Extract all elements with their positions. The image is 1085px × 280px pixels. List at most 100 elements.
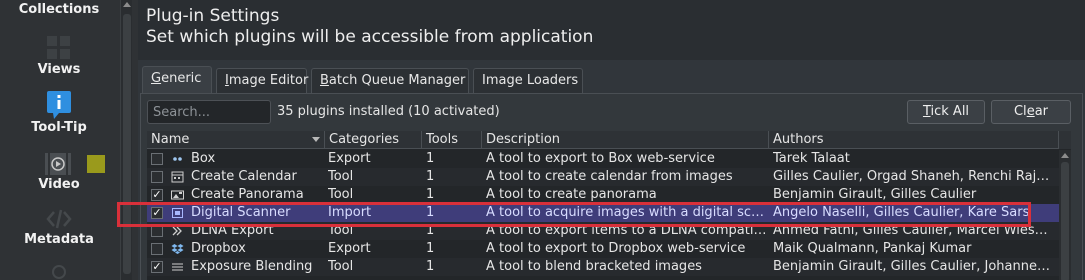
plugin-category: Tool [328, 223, 354, 238]
exposure-blending-icon [172, 263, 183, 271]
panorama-icon [171, 190, 184, 200]
sidebar-item-views[interactable]: Views [0, 34, 118, 77]
plugin-authors: Ahmed Fathi, Gilles Caulier, Marcel Wies… [773, 223, 1055, 238]
search-input[interactable] [147, 100, 271, 124]
plugin-authors: Benjamin Girault, Gilles Caulier [773, 187, 977, 202]
tab-batch-queue-manager[interactable]: Batch Queue Manager [311, 68, 469, 94]
metadata-icon [46, 209, 72, 229]
scroll-up-icon[interactable] [1061, 153, 1069, 158]
left-sidebar: Collections Views Tool-Tip Video Metadat… [0, 0, 118, 280]
plugin-description: A tool to blend bracketed images [486, 259, 702, 274]
column-header-description[interactable]: Description [482, 131, 769, 149]
sidebar-item-collections[interactable]: Collections [0, 2, 118, 17]
table-row[interactable]: DLNA Export Tool 1 A tool to export item… [147, 222, 1059, 240]
scrollbar-thumb[interactable] [123, 14, 131, 274]
sidebar-item-label: Metadata [24, 232, 94, 247]
scroll-up-icon[interactable] [123, 2, 131, 7]
sidebar-item-tool-tip[interactable]: Tool-Tip [0, 90, 118, 135]
plugin-authors: Maik Qualmann, Pankaj Kumar [773, 241, 972, 256]
table-row[interactable]: ✓ Create Panorama Tool 1 A tool to creat… [147, 186, 1059, 204]
scanner-icon [172, 208, 183, 218]
plugin-tools: 1 [426, 205, 435, 220]
column-header-name[interactable]: Name [147, 131, 325, 149]
table-header: Name Categories Tools Description Author… [147, 131, 1071, 149]
plugin-tools: 1 [426, 187, 435, 202]
tick-all-button[interactable]: Tick All [907, 100, 985, 124]
enable-checkbox[interactable] [151, 243, 163, 255]
plugin-name: Create Panorama [191, 187, 304, 202]
box-icon [173, 157, 182, 161]
table-row[interactable]: Box Export 1 A tool to export to Box web… [147, 150, 1059, 168]
enable-checkbox[interactable] [151, 153, 163, 165]
page-title: Plug-in Settings [146, 6, 280, 26]
table-scrollbar[interactable] [1059, 150, 1071, 280]
info-icon [47, 91, 71, 119]
plugin-description: A tool to export to Box web-service [486, 151, 715, 166]
sidebar-scrollbar[interactable] [120, 0, 132, 280]
plugin-category: Export [328, 151, 371, 166]
plugin-tools: 1 [426, 151, 435, 166]
plugin-description: A tool to export to Dropbox web-service [486, 241, 746, 256]
table-row[interactable]: Create Calendar Tool 1 A tool to create … [147, 168, 1059, 186]
plugin-category: Tool [328, 259, 354, 274]
enable-checkbox[interactable] [151, 225, 163, 237]
plugin-category: Export [328, 241, 371, 256]
plugin-count-label: 35 plugins installed (10 activated) [277, 104, 500, 119]
enable-checkbox[interactable] [151, 171, 163, 183]
plugin-authors: Gilles Caulier, Orgad Shaneh, Renchi Raj… [773, 169, 1055, 184]
plugin-description: A tool to create calendar from images [486, 169, 733, 184]
plugin-tools: 1 [426, 241, 435, 256]
table-row-selected[interactable]: ✓ Digital Scanner Import 1 A tool to acq… [147, 204, 1059, 222]
tab-image-editor[interactable]: Image Editor [216, 68, 308, 94]
tab-image-loaders[interactable]: Image Loaders [473, 68, 583, 94]
column-header-categories[interactable]: Categories [325, 131, 422, 149]
enable-checkbox-checked[interactable]: ✓ [151, 189, 163, 201]
dlna-icon [172, 226, 182, 236]
plugin-name: Exposure Blending [191, 259, 313, 274]
video-icon [45, 153, 71, 175]
page-header: Plug-in Settings Set which plugins will … [138, 0, 1085, 60]
plugin-name: Box [191, 151, 216, 166]
plugin-authors: Tarek Talaat [773, 151, 850, 166]
enable-checkbox-checked[interactable]: ✓ [151, 261, 163, 273]
dropbox-icon [171, 244, 184, 254]
plugin-description: A tool to acquire images with a digital … [486, 205, 768, 220]
views-icon [47, 36, 70, 59]
sidebar-item-label: Views [37, 62, 81, 77]
plugin-settings-panel: Plug-in Settings Set which plugins will … [138, 0, 1085, 280]
plugin-name: Digital Scanner [191, 205, 291, 220]
plugin-description: A tool to create panorama [486, 187, 657, 202]
sidebar-item-label: Video [38, 177, 80, 192]
sidebar-item-video[interactable]: Video [0, 152, 118, 192]
table-row[interactable]: Dropbox Export 1 A tool to export to Dro… [147, 240, 1059, 258]
column-header-tools[interactable]: Tools [422, 131, 482, 149]
plugin-category: Tool [328, 187, 354, 202]
table-row[interactable]: ✓ Exposure Blending Tool 1 A tool to ble… [147, 258, 1059, 276]
plugin-authors: Angelo Naselli, Gilles Caulier, Kare Sar… [773, 205, 1030, 220]
video-color-swatch [87, 155, 105, 173]
plugin-tools: 1 [426, 223, 435, 238]
plugin-name: DLNA Export [191, 223, 274, 238]
sidebar-item-label: Tool-Tip [31, 120, 87, 135]
plugin-name: Dropbox [191, 241, 246, 256]
plugins-table: Name Categories Tools Description Author… [147, 131, 1071, 280]
tab-generic[interactable]: Generic [142, 66, 212, 94]
page-subtitle: Set which plugins will be accessible fro… [146, 27, 594, 47]
plugin-name: Create Calendar [191, 169, 297, 184]
header-corner [1059, 131, 1071, 149]
enable-checkbox-checked[interactable]: ✓ [151, 207, 163, 219]
plugin-authors: Benjamin Girault, Gilles Caulier, Johann… [773, 259, 1055, 274]
sidebar-item-metadata[interactable]: Metadata [0, 206, 118, 247]
sidebar-item-label: Collections [18, 2, 100, 17]
plugin-description: A tool to export items to a DLNA compati… [486, 223, 768, 238]
column-header-authors[interactable]: Authors [769, 131, 1059, 149]
sidebar-next-icon [52, 265, 66, 279]
scrollbar-thumb[interactable] [1061, 162, 1069, 280]
plugin-category: Import [328, 205, 372, 220]
calendar-icon [171, 171, 184, 183]
plugin-tools: 1 [426, 259, 435, 274]
plugin-category: Tool [328, 169, 354, 184]
generic-tab-panel: 35 plugins installed (10 activated) Tick… [140, 93, 1083, 280]
clear-button[interactable]: Clear [991, 100, 1071, 124]
plugin-tools: 1 [426, 169, 435, 184]
